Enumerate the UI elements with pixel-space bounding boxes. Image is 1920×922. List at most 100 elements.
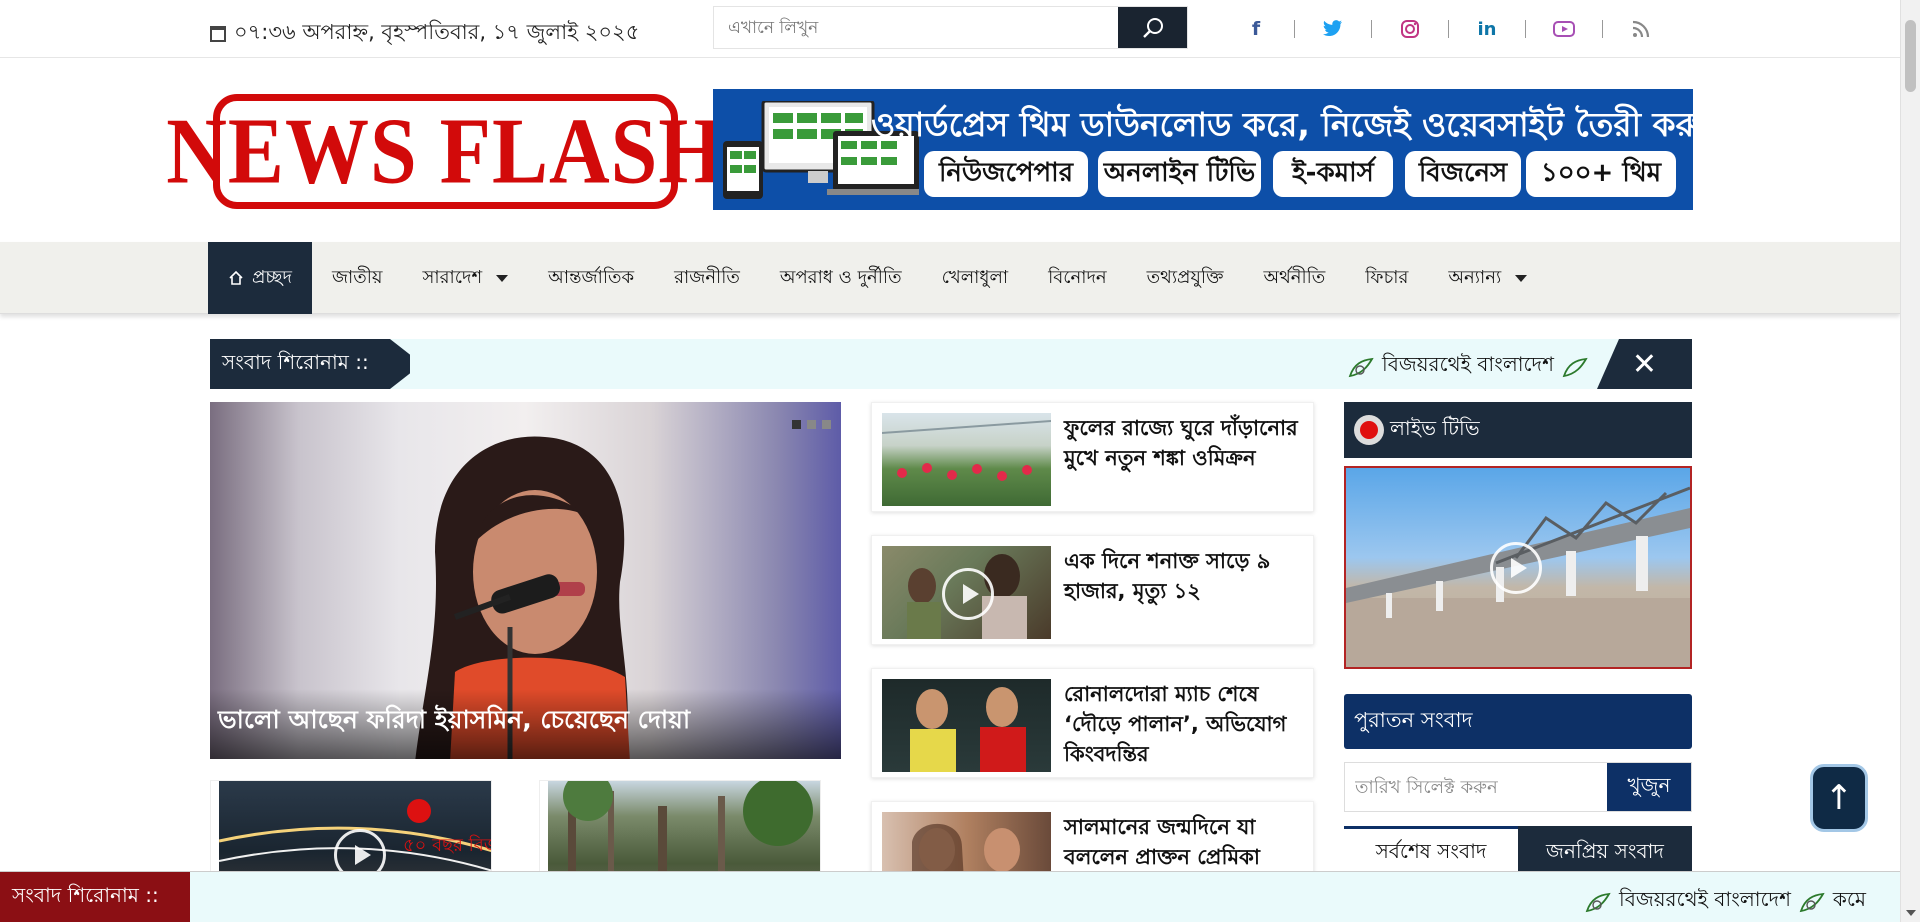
instagram-icon[interactable] [1399, 18, 1421, 40]
tab-popular[interactable]: জনপ্রিয় সংবাদ [1518, 826, 1692, 874]
social-links: f in [1245, 18, 1652, 40]
leaf-logo-icon [1585, 892, 1611, 912]
youtube-icon[interactable] [1553, 18, 1575, 40]
scrollbar-thumb[interactable] [1905, 20, 1916, 92]
date-display: ০৭:৩৬ অপরাহ্ন, বৃহস্পতিবার, ১৭ জুলাই ২০২… [210, 16, 639, 51]
rss-icon[interactable] [1630, 18, 1652, 40]
top-bar: ০৭:৩৬ অপরাহ্ন, বৃহস্পতিবার, ১৭ জুলাই ২০২… [0, 0, 1900, 58]
slider-dot[interactable] [807, 420, 816, 429]
ticker-headline[interactable]: বিজয়রথেই বাংলাদেশ [1348, 350, 1588, 383]
news-title[interactable]: ফুলের রাজ্যে ঘুরে দাঁড়ানোর মুখে নতুন শঙ… [1064, 413, 1304, 473]
ticker-close-button[interactable]: ✕ [1597, 339, 1692, 389]
nav-item-label: অর্থনীতি [1263, 266, 1326, 288]
play-icon[interactable] [1490, 542, 1542, 594]
twitter-icon[interactable] [1322, 18, 1344, 40]
nav-item-label: আন্তর্জাতিক [548, 266, 635, 288]
nav-item-label: প্রচ্ছদ [252, 266, 292, 288]
archive-header: পুরাতন সংবাদ [1344, 694, 1692, 749]
search-icon [1142, 17, 1163, 38]
scroll-to-top-button[interactable]: ↑ [1810, 764, 1868, 832]
nav-item-politics[interactable]: রাজনীতি [654, 242, 760, 314]
news-card[interactable]: রোনালদোরা ম্যাচ শেষে ‘দৌড়ে পালান’, অভিয… [871, 668, 1314, 778]
nav-item-international[interactable]: আন্তর্জাতিক [528, 242, 654, 314]
news-thumbnail [882, 546, 1051, 639]
slider-dot[interactable] [822, 420, 831, 429]
site-logo[interactable]: NEWS FLASH [166, 94, 724, 209]
nav-item-entertainment[interactable]: বিনোদন [1028, 242, 1127, 314]
social-divider [1294, 20, 1295, 38]
banner-pill-business: বিজনেস [1405, 151, 1521, 197]
search-form [713, 6, 1188, 49]
nav-item-others[interactable]: অন্যান্য [1428, 242, 1547, 314]
banner-title: ওয়ার্ডপ্রেস থিম ডাউনলোড করে, নিজেই ওয়ে… [871, 105, 1721, 144]
nav-item-label: ফিচার [1365, 266, 1409, 288]
slider-dots [792, 420, 831, 429]
headline-ticker: সংবাদ শিরোনাম :: বিজয়রথেই বাংলাদেশ ✕ [210, 339, 1692, 389]
bottom-ticker-label: সংবাদ শিরোনাম :: [0, 872, 190, 922]
featured-title[interactable]: ভালো আছেন ফরিদা ইয়াসমিন, চেয়েছেন দোয়া [218, 700, 690, 743]
nav-item-label: তথ্যপ্রযুক্তি [1146, 266, 1224, 288]
bottom-ticker-headline[interactable]: বিজয়রথেই বাংলাদেশ কমে [1585, 885, 1866, 918]
nav-item-label: রাজনীতি [674, 266, 740, 288]
news-title[interactable]: রোনালদোরা ম্যাচ শেষে ‘দৌড়ে পালান’, অভিয… [1064, 679, 1304, 769]
bottom-headline-ticker: সংবাদ শিরোনাম :: বিজয়রথেই বাংলাদেশ কমে [0, 871, 1900, 922]
featured-slider[interactable]: ভালো আছেন ফরিদা ইয়াসমিন, চেয়েছেন দোয়া [210, 402, 841, 759]
nav-item-economy[interactable]: অর্থনীতি [1243, 242, 1345, 314]
leaf-logo-icon [1348, 357, 1374, 377]
page: ০৭:৩৬ অপরাহ্ন, বৃহস্পতিবার, ১৭ জুলাই ২০২… [0, 0, 1920, 922]
facebook-icon[interactable]: f [1245, 18, 1267, 40]
news-tabs: সর্বশেষ সংবাদ জনপ্রিয় সংবাদ [1344, 826, 1692, 874]
ticker-headline-text: বিজয়রথেই বাংলাদেশ [1382, 352, 1554, 376]
nav-item-label: বিনোদন [1048, 266, 1107, 288]
date-select-input[interactable] [1345, 763, 1607, 811]
flower-field-illustration [882, 420, 1051, 481]
banner-pill-themes: ১০০+ থিম [1526, 151, 1676, 197]
footballers-illustration [910, 687, 1026, 772]
nav-item-label: জাতীয় [331, 266, 383, 288]
play-icon [942, 568, 994, 620]
news-title[interactable]: সালমানের জন্মদিনে যা বললেন প্রাক্তন প্রে… [1064, 812, 1304, 872]
archive-search-button[interactable]: খুজুন [1607, 763, 1691, 811]
linkedin-icon[interactable]: in [1476, 18, 1498, 40]
bottom-ticker-next-text: কমে [1832, 887, 1867, 911]
logo-text: NEWS FLASH [166, 99, 725, 204]
main-navigation: প্রচ্ছদ জাতীয় সারাদেশ আন্তর্জাতিক রাজনী… [0, 242, 1900, 314]
news-card[interactable]: এক দিনে শনাক্ত সাড়ে ৯ হাজার, মৃত্যু ১২ [871, 535, 1314, 645]
social-divider [1448, 20, 1449, 38]
date-text: ০৭:৩৬ অপরাহ্ন, বৃহস্পতিবার, ১৭ জুলাই ২০২… [234, 20, 640, 44]
search-button[interactable] [1118, 7, 1187, 48]
banner-pill-ecommerce: ই-কমার্স [1273, 151, 1393, 197]
news-title[interactable]: এক দিনে শনাক্ত সাড়ে ৯ হাজার, মৃত্যু ১২ [1064, 546, 1304, 606]
search-input[interactable] [714, 7, 1118, 48]
scroll-down-arrow-icon[interactable] [1906, 910, 1916, 916]
chevron-down-icon [496, 274, 509, 282]
nav-item-technology[interactable]: তথ্যপ্রযুক্তি [1127, 242, 1244, 314]
ticker-label: সংবাদ শিরোনাম :: [210, 339, 410, 389]
page-scrollbar[interactable] [1900, 0, 1920, 922]
nav-item-sports[interactable]: খেলাধুলা [922, 242, 1028, 314]
home-icon [229, 270, 243, 285]
live-indicator-icon [1354, 415, 1384, 445]
calendar-icon [210, 25, 226, 42]
social-divider [1525, 20, 1526, 38]
live-tv-player[interactable] [1344, 466, 1692, 669]
archive-date-form: খুজুন [1344, 762, 1692, 812]
news-thumbnail [882, 413, 1051, 506]
news-thumbnail [882, 679, 1051, 772]
advertisement-banner[interactable]: ওয়ার্ডপ্রেস থিম ডাউনলোড করে, নিজেই ওয়ে… [713, 89, 1721, 210]
tab-latest[interactable]: সর্বশেষ সংবাদ [1344, 826, 1518, 874]
leaf-logo-icon [1562, 357, 1588, 377]
leaf-logo-icon [1799, 892, 1825, 912]
live-tv-header: লাইভ টিভি [1344, 402, 1692, 458]
nav-item-crime[interactable]: অপরাধ ও দুর্নীতি [760, 242, 922, 314]
live-tv-title: লাইভ টিভি [1390, 415, 1480, 440]
nav-item-feature[interactable]: ফিচার [1345, 242, 1428, 314]
chevron-down-icon [1515, 274, 1528, 282]
nav-item-home[interactable]: প্রচ্ছদ [208, 242, 312, 314]
nav-item-national[interactable]: জাতীয় [312, 242, 403, 314]
nav-item-label: সারাদেশ [422, 266, 483, 288]
nav-item-country[interactable]: সারাদেশ [403, 242, 529, 314]
slider-dot[interactable] [792, 420, 801, 429]
news-card[interactable]: ফুলের রাজ্যে ঘুরে দাঁড়ানোর মুখে নতুন শঙ… [871, 402, 1314, 512]
nav-item-label: অপরাধ ও দুর্নীতি [779, 266, 902, 288]
